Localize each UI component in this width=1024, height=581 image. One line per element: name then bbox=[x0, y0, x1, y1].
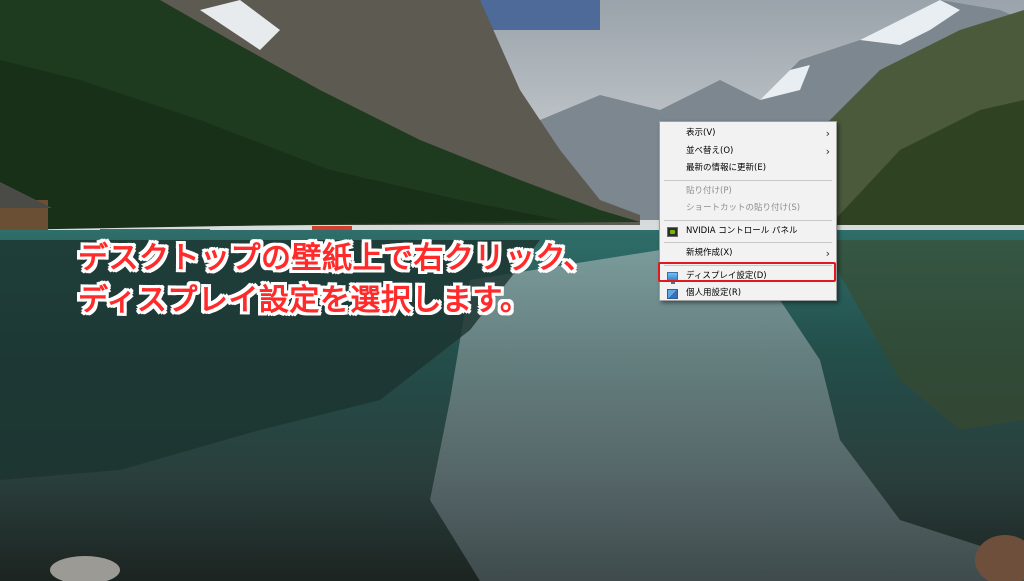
menu-item-display-settings[interactable]: ディスプレイ設定(D) bbox=[660, 268, 836, 286]
chevron-right-icon: › bbox=[825, 247, 830, 260]
menu-item-new[interactable]: 新規作成(X) › bbox=[660, 245, 836, 263]
menu-item-label: NVIDIA コントロール パネル bbox=[686, 225, 798, 236]
menu-item-sort[interactable]: 並べ替え(O) › bbox=[660, 143, 836, 161]
instruction-caption: デスクトップの壁紙上で右クリック、 ディスプレイ設定を選択します。 bbox=[78, 238, 594, 322]
menu-item-label: 並べ替え(O) bbox=[686, 145, 734, 156]
menu-item-label: 貼り付け(P) bbox=[686, 185, 732, 196]
menu-item-label: 表示(V) bbox=[686, 128, 716, 138]
nvidia-icon bbox=[667, 226, 678, 237]
menu-item-nvidia-control-panel[interactable]: NVIDIA コントロール パネル bbox=[660, 223, 836, 241]
menu-item-personalize[interactable]: 個人用設定(R) bbox=[660, 285, 836, 303]
menu-item-paste[interactable]: 貼り付け(P) bbox=[660, 183, 836, 201]
menu-separator bbox=[664, 219, 832, 221]
display-settings-icon bbox=[667, 271, 678, 284]
chevron-right-icon: › bbox=[825, 144, 830, 158]
menu-item-view[interactable]: 表示(V) › bbox=[660, 125, 836, 143]
menu-item-label: ショートカットの貼り付け(S) bbox=[686, 203, 801, 213]
menu-item-label: 個人用設定(R) bbox=[686, 288, 742, 298]
menu-separator bbox=[664, 242, 832, 243]
menu-separator bbox=[664, 264, 832, 266]
menu-item-label: ディスプレイ設定(D) bbox=[686, 270, 767, 281]
personalize-icon bbox=[667, 289, 678, 299]
desktop-context-menu: 表示(V) › 並べ替え(O) › 最新の情報に更新(E) 貼り付け(P) ショ… bbox=[659, 121, 837, 301]
menu-separator bbox=[664, 179, 832, 181]
menu-item-paste-shortcut[interactable]: ショートカットの貼り付け(S) bbox=[660, 200, 836, 218]
menu-item-label: 最新の情報に更新(E) bbox=[686, 163, 767, 173]
caption-line-1: デスクトップの壁紙上で右クリック、 bbox=[78, 241, 594, 276]
caption-line-2: ディスプレイ設定を選択します。 bbox=[78, 283, 531, 318]
chevron-right-icon: › bbox=[825, 127, 830, 140]
menu-item-label: 新規作成(X) bbox=[686, 248, 733, 258]
menu-item-refresh[interactable]: 最新の情報に更新(E) bbox=[660, 160, 836, 178]
